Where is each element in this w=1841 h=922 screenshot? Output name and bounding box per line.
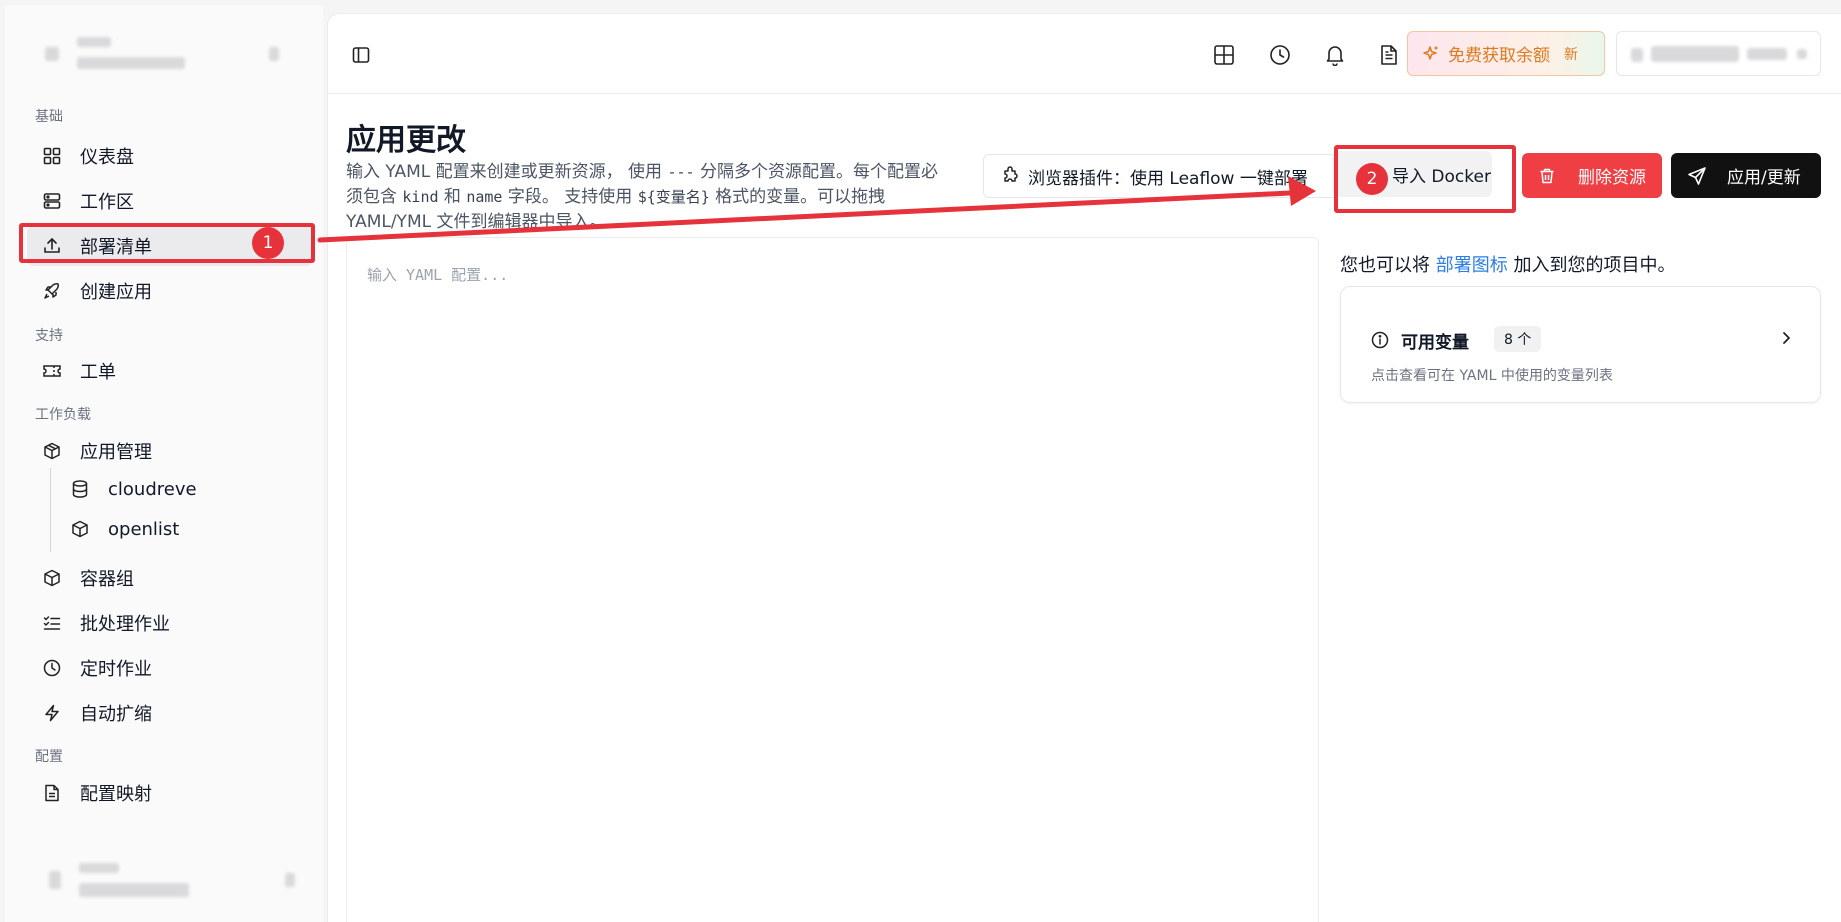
apply-label: 应用/更新 <box>1727 168 1801 188</box>
promo-label: 免费获取余额 <box>1448 46 1550 66</box>
sidebar-item-cron-job[interactable]: 定时作业 <box>27 648 312 688</box>
file-text-icon <box>41 782 63 804</box>
package-icon <box>41 440 63 462</box>
clock-icon <box>41 657 63 679</box>
yaml-editor[interactable]: 输入 YAML 配置... <box>346 237 1319 922</box>
sidebar-item-label: 批处理作业 <box>80 614 170 635</box>
document-icon[interactable] <box>1376 42 1402 68</box>
chevron-right-icon <box>1778 329 1794 347</box>
variables-subtitle: 点击查看可在 YAML 中使用的变量列表 <box>1371 368 1613 384</box>
sidebar-item-label: 容器组 <box>80 569 134 590</box>
desc-code: kind <box>402 188 439 206</box>
page-description: 输入 YAML 配置来创建或更新资源， 使用 --- 分隔多个资源配置。每个配置… <box>346 160 946 235</box>
sidebar-subitem-cloudreve[interactable]: cloudreve <box>69 471 197 507</box>
zap-icon <box>41 702 63 724</box>
history-clock-icon[interactable] <box>1267 42 1293 68</box>
sidebar-item-label: 仪表盘 <box>80 147 134 168</box>
submenu-guide <box>50 468 51 552</box>
info-icon <box>1371 331 1389 349</box>
variables-count-badge: 8 个 <box>1494 326 1542 352</box>
sidebar-item-label: 创建应用 <box>80 282 152 303</box>
sidebar: 基础 仪表盘 工作区 部署清单 1 创建应用 支持 工单 工作负载 应用管理 c… <box>5 5 323 922</box>
sidebar-toggle-icon[interactable] <box>348 42 374 68</box>
sidebar-item-label: 配置映射 <box>80 784 152 805</box>
sidebar-item-config-map[interactable]: 配置映射 <box>27 773 312 813</box>
deploy-badge-link[interactable]: 部署图标 <box>1436 255 1508 276</box>
delete-label: 删除资源 <box>1578 168 1646 188</box>
puzzle-icon <box>1000 166 1020 186</box>
main-panel: 免费获取余额 新 应用更改 输入 YAML 配置来创建或更新资源， 使用 ---… <box>327 13 1841 922</box>
package-icon <box>69 518 91 540</box>
sidebar-item-label: 工作区 <box>80 192 134 213</box>
dashboard-icon <box>41 145 63 167</box>
workspace-switcher[interactable] <box>35 31 285 91</box>
hint-text: 加入到您的项目中。 <box>1507 255 1676 276</box>
delete-resource-button[interactable]: 删除资源 <box>1522 153 1662 198</box>
free-balance-button[interactable]: 免费获取余额 新 <box>1407 31 1605 76</box>
new-badge: 新 <box>1564 46 1578 63</box>
bell-icon[interactable] <box>1322 42 1348 68</box>
section-label-config: 配置 <box>35 749 63 765</box>
section-label-support: 支持 <box>35 328 63 344</box>
desc-code: ${变量名} <box>637 188 710 206</box>
apply-update-button[interactable]: 应用/更新 <box>1671 153 1821 198</box>
section-label-basic: 基础 <box>35 109 63 125</box>
subitem-label: cloudreve <box>108 478 197 500</box>
desc-text: 字段。 支持使用 <box>502 187 638 207</box>
sidebar-item-app-management[interactable]: 应用管理 <box>27 431 312 471</box>
subitem-label: openlist <box>108 518 180 540</box>
sidebar-subitem-openlist[interactable]: openlist <box>69 511 179 547</box>
editor-placeholder: 输入 YAML 配置... <box>367 266 509 284</box>
section-label-workload: 工作负载 <box>35 407 91 423</box>
sidebar-item-label: 应用管理 <box>80 442 152 463</box>
sidebar-item-batch-job[interactable]: 批处理作业 <box>27 603 312 643</box>
layout-grid-icon[interactable] <box>1211 42 1237 68</box>
sidebar-item-label: 定时作业 <box>80 659 152 680</box>
desc-text: 和 <box>438 187 467 207</box>
user-account-menu[interactable] <box>35 857 295 907</box>
page-title: 应用更改 <box>346 123 466 158</box>
desc-text: 输入 YAML 配置来创建或更新资源， 使用 <box>346 162 668 182</box>
sidebar-item-label: 工单 <box>80 362 116 383</box>
plugin-label: 浏览器插件：使用 Leaflow 一键部署 <box>1028 168 1308 189</box>
desc-code: --- <box>667 163 695 181</box>
sidebar-item-pod-group[interactable]: 容器组 <box>27 558 312 598</box>
deploy-badge-hint: 您也可以将 部署图标 加入到您的项目中。 <box>1340 251 1675 277</box>
annotation-step-2: 2 <box>1356 163 1388 195</box>
account-selector[interactable] <box>1616 31 1821 76</box>
sidebar-item-workspace[interactable]: 工作区 <box>27 181 312 221</box>
sidebar-item-create-app[interactable]: 创建应用 <box>27 271 312 311</box>
sidebar-item-dashboard[interactable]: 仪表盘 <box>27 136 312 176</box>
server-icon <box>41 190 63 212</box>
ticket-icon <box>41 360 63 382</box>
box-icon <box>41 567 63 589</box>
sidebar-item-ticket[interactable]: 工单 <box>27 351 312 391</box>
annotation-step-1: 1 <box>252 227 284 259</box>
variables-title: 可用变量 <box>1401 333 1469 353</box>
list-checks-icon <box>41 612 63 634</box>
available-variables-card[interactable]: 可用变量 8 个 点击查看可在 YAML 中使用的变量列表 <box>1340 286 1821 403</box>
rocket-icon <box>41 280 63 302</box>
trash-icon <box>1538 167 1556 185</box>
sparkles-icon <box>1422 45 1440 63</box>
browser-plugin-button[interactable]: 浏览器插件：使用 Leaflow 一键部署 <box>983 154 1339 198</box>
sidebar-item-label: 自动扩缩 <box>80 704 152 725</box>
sidebar-item-autoscale[interactable]: 自动扩缩 <box>27 693 312 733</box>
send-icon <box>1687 166 1707 186</box>
top-bar: 免费获取余额 新 <box>328 14 1841 94</box>
database-icon <box>69 478 91 500</box>
hint-text: 您也可以将 <box>1340 255 1436 276</box>
desc-code: name <box>466 188 503 206</box>
